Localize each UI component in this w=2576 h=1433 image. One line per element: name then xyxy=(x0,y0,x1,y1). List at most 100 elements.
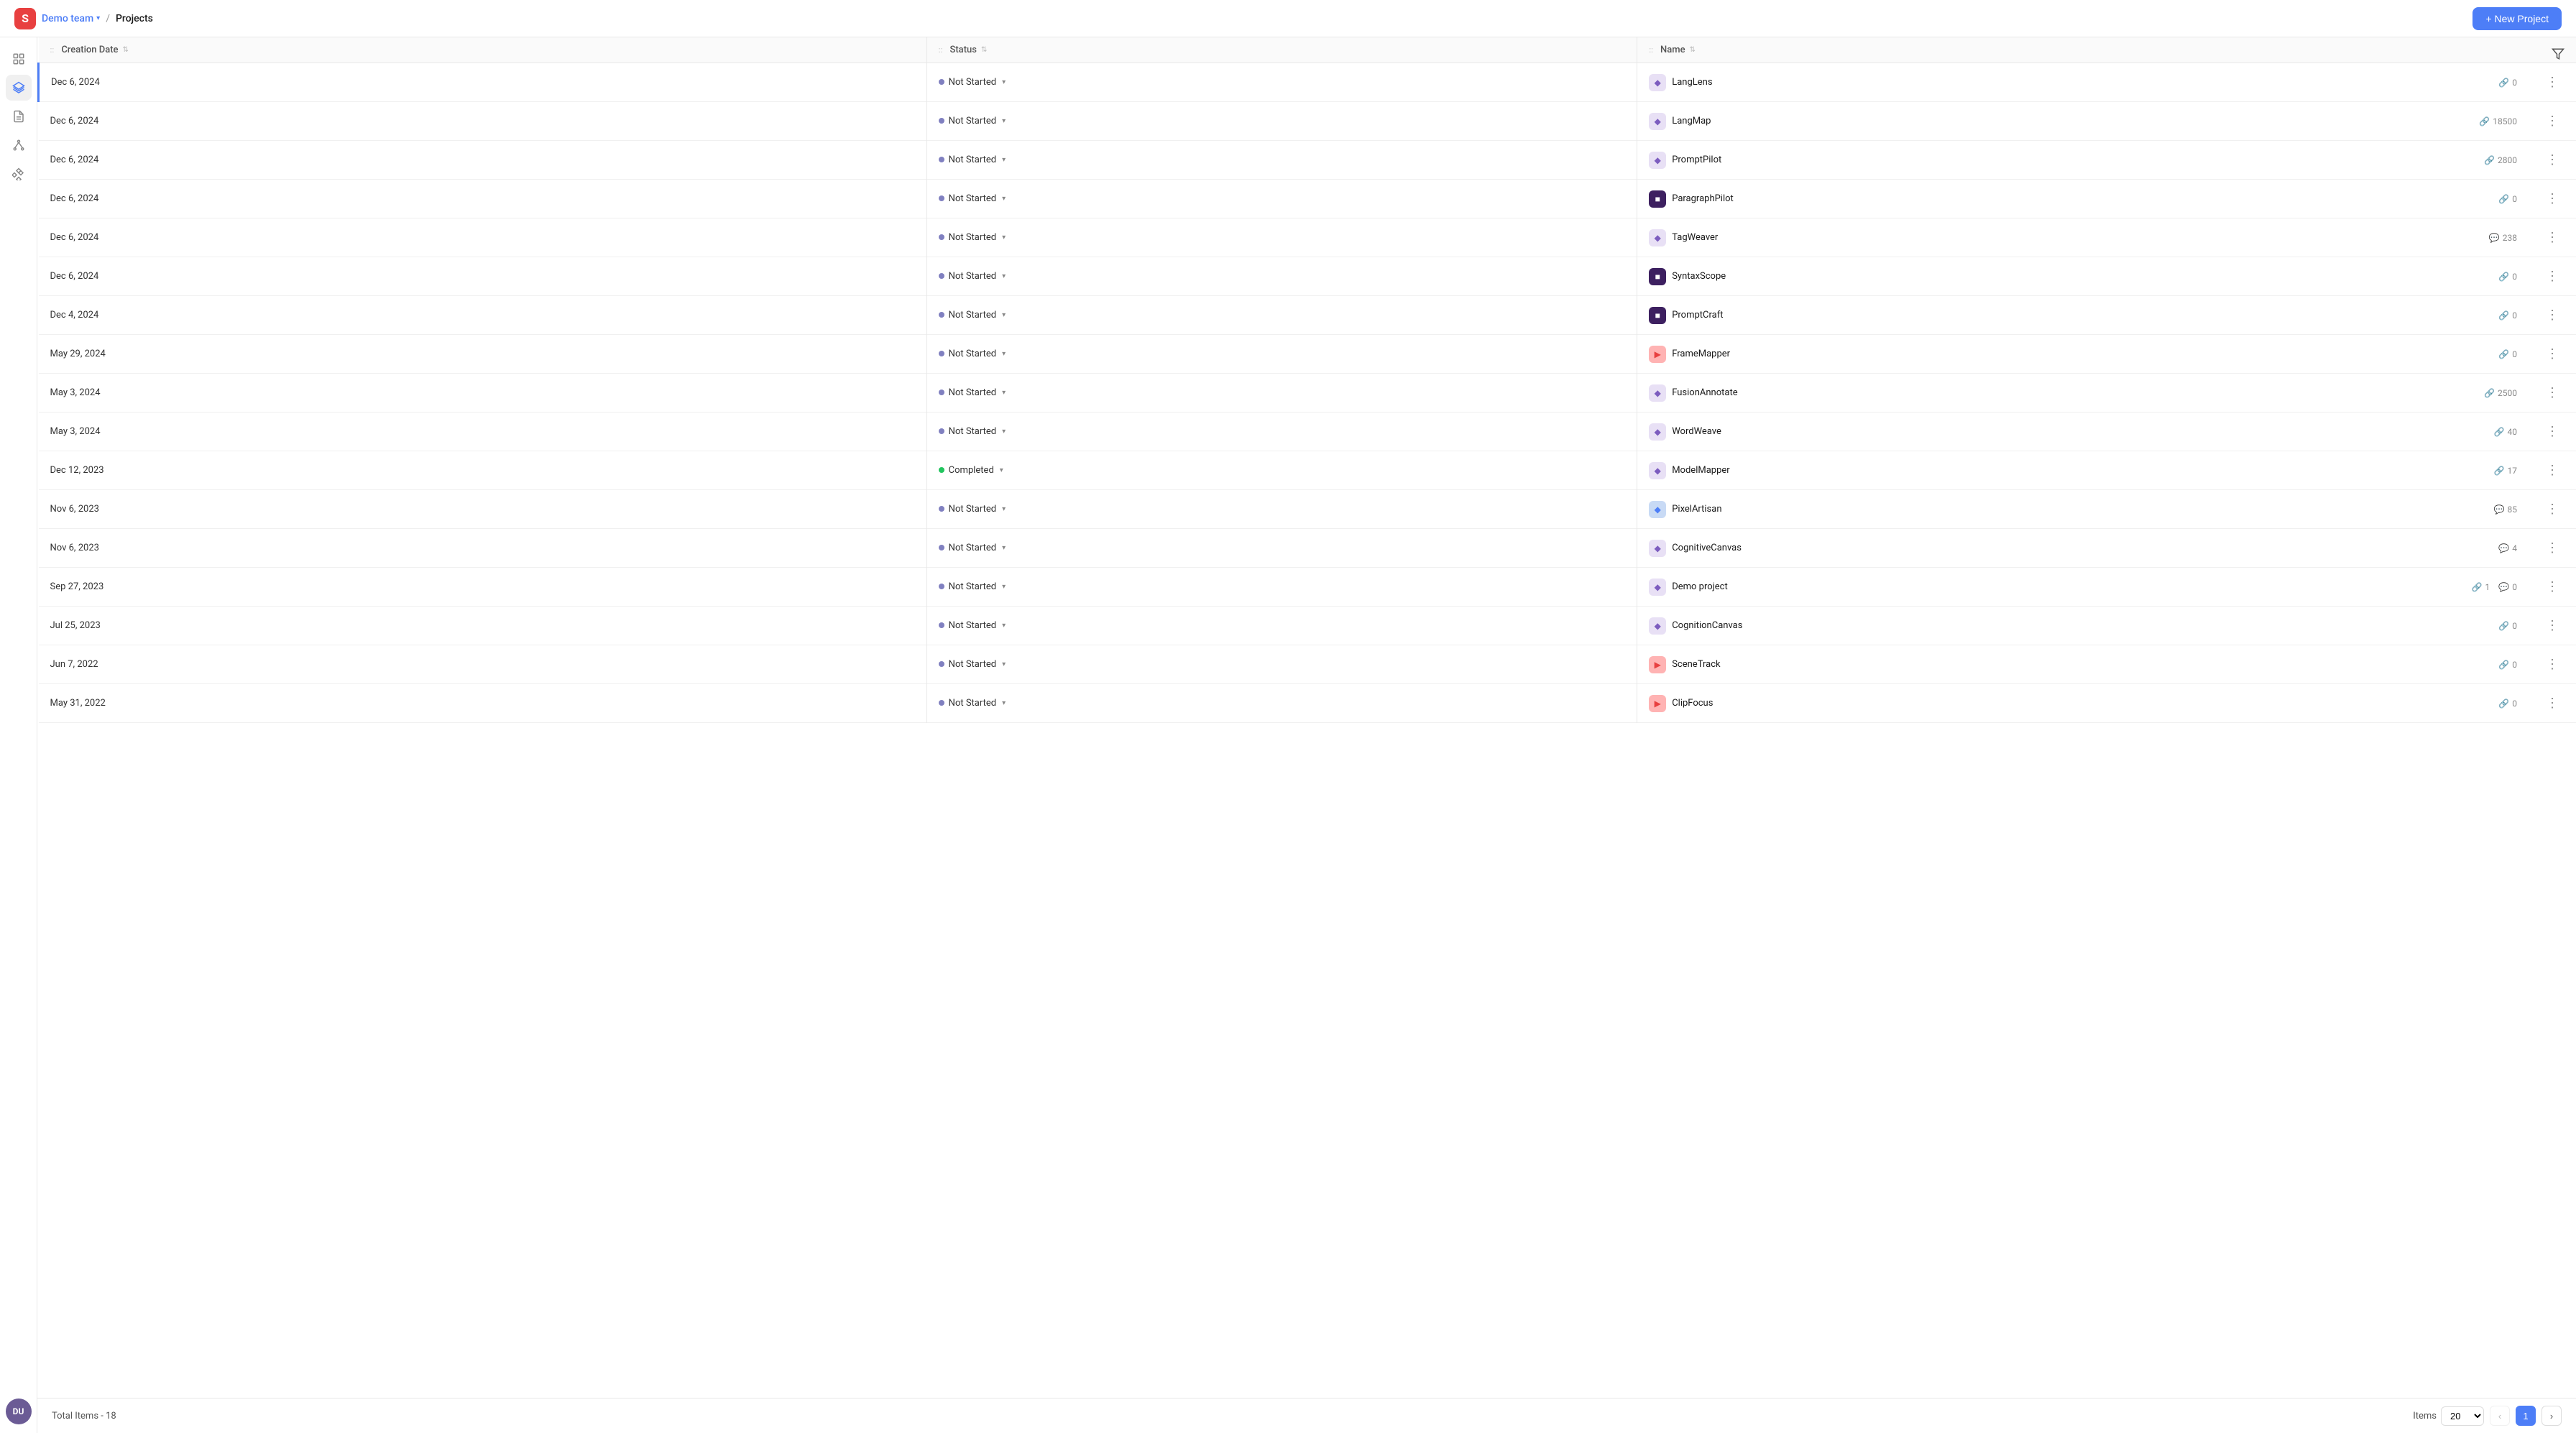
comment-count: 238 xyxy=(2503,233,2517,243)
status-badge[interactable]: Not Started ▾ xyxy=(939,504,1006,515)
table-row[interactable]: Dec 4, 2024 Not Started ▾ ■ PromptCraft … xyxy=(39,296,2576,335)
more-button[interactable]: ⋮ xyxy=(2540,499,2564,520)
page-1-button[interactable]: 1 xyxy=(2516,1406,2536,1426)
more-button[interactable]: ⋮ xyxy=(2540,693,2564,714)
status-badge[interactable]: Not Started ▾ xyxy=(939,349,1006,359)
link-icon: 🔗 xyxy=(2484,388,2495,398)
status-badge[interactable]: Completed ▾ xyxy=(939,465,1003,476)
table-row[interactable]: Dec 6, 2024 Not Started ▾ ■ ParagraphPil… xyxy=(39,180,2576,218)
table-row[interactable]: May 3, 2024 Not Started ▾ ◆ WordWeave 🔗 … xyxy=(39,413,2576,451)
project-name-cell: ■ ParagraphPilot xyxy=(1649,190,2498,208)
team-name[interactable]: Demo team ▾ xyxy=(42,13,100,24)
table-row[interactable]: Jul 25, 2023 Not Started ▾ ◆ CognitionCa… xyxy=(39,607,2576,645)
more-button[interactable]: ⋮ xyxy=(2540,382,2564,403)
table-row[interactable]: Dec 12, 2023 Completed ▾ ◆ ModelMapper 🔗… xyxy=(39,451,2576,490)
cell-date: May 3, 2024 xyxy=(39,374,927,413)
status-badge[interactable]: Not Started ▾ xyxy=(939,543,1006,553)
cell-actions: ⋮ xyxy=(2529,63,2576,102)
more-button[interactable]: ⋮ xyxy=(2540,421,2564,442)
more-button[interactable]: ⋮ xyxy=(2540,266,2564,287)
sidebar-item-docs[interactable] xyxy=(6,103,32,129)
page-title: Projects xyxy=(116,13,153,24)
prev-page-button[interactable]: ‹ xyxy=(2490,1406,2510,1426)
status-badge[interactable]: Not Started ▾ xyxy=(939,698,1006,709)
avatar[interactable]: DU xyxy=(6,1399,32,1424)
cell-status: Not Started ▾ xyxy=(926,257,1637,296)
table-row[interactable]: Dec 6, 2024 Not Started ▾ ◆ LangLens 🔗 0… xyxy=(39,63,2576,102)
status-badge[interactable]: Not Started ▾ xyxy=(939,232,1006,243)
cell-name: ◆ LangLens 🔗 0 xyxy=(1637,63,2529,102)
table-row[interactable]: Dec 6, 2024 Not Started ▾ ◆ PromptPilot … xyxy=(39,141,2576,180)
table-row[interactable]: Dec 6, 2024 Not Started ▾ ◆ LangMap 🔗 18… xyxy=(39,102,2576,141)
cell-date: Dec 6, 2024 xyxy=(39,63,927,102)
more-button[interactable]: ⋮ xyxy=(2540,615,2564,636)
more-button[interactable]: ⋮ xyxy=(2540,72,2564,93)
project-icon: ▶ xyxy=(1649,346,1666,363)
col-header-name[interactable]: :: Name ⇅ xyxy=(1637,37,2529,63)
row-meta: 🔗 0 xyxy=(2498,699,2517,709)
new-project-button[interactable]: + New Project xyxy=(2472,7,2562,30)
status-dot xyxy=(939,157,944,162)
items-per-page-select[interactable]: 2050100 xyxy=(2441,1406,2484,1426)
sort-icon-date: ⇅ xyxy=(123,46,129,54)
more-button[interactable]: ⋮ xyxy=(2540,538,2564,558)
table-row[interactable]: Jun 7, 2022 Not Started ▾ ▶ SceneTrack 🔗… xyxy=(39,645,2576,684)
project-name: ParagraphPilot xyxy=(1672,193,2498,204)
status-badge[interactable]: Not Started ▾ xyxy=(939,620,1006,631)
status-badge[interactable]: Not Started ▾ xyxy=(939,659,1006,670)
filter-button[interactable] xyxy=(2549,45,2567,65)
link-count: 0 xyxy=(2512,660,2517,670)
more-button[interactable]: ⋮ xyxy=(2540,654,2564,675)
more-button[interactable]: ⋮ xyxy=(2540,111,2564,132)
table-row[interactable]: Nov 6, 2023 Not Started ▾ ◆ PixelArtisan… xyxy=(39,490,2576,529)
table-row[interactable]: Nov 6, 2023 Not Started ▾ ◆ CognitiveCan… xyxy=(39,529,2576,568)
table-row[interactable]: Dec 6, 2024 Not Started ▾ ◆ TagWeaver 💬 … xyxy=(39,218,2576,257)
project-icon: ■ xyxy=(1649,190,1666,208)
sidebar-item-network[interactable] xyxy=(6,132,32,158)
table-row[interactable]: Sep 27, 2023 Not Started ▾ ◆ Demo projec… xyxy=(39,568,2576,607)
status-badge[interactable]: Not Started ▾ xyxy=(939,155,1006,165)
status-badge[interactable]: Not Started ▾ xyxy=(939,193,1006,204)
table-row[interactable]: May 3, 2024 Not Started ▾ ◆ FusionAnnota… xyxy=(39,374,2576,413)
more-button[interactable]: ⋮ xyxy=(2540,344,2564,364)
status-dot xyxy=(939,312,944,318)
link-count: 2800 xyxy=(2498,155,2517,165)
project-name-cell: ▶ FrameMapper xyxy=(1649,346,2498,363)
cell-actions: ⋮ xyxy=(2529,568,2576,607)
status-badge[interactable]: Not Started ▾ xyxy=(939,426,1006,437)
status-label: Not Started xyxy=(949,155,996,165)
status-badge[interactable]: Not Started ▾ xyxy=(939,387,1006,398)
sidebar-item-layers[interactable] xyxy=(6,75,32,101)
more-button[interactable]: ⋮ xyxy=(2540,227,2564,248)
cell-actions: ⋮ xyxy=(2529,413,2576,451)
project-icon: ◆ xyxy=(1649,579,1666,596)
chevron-down-icon: ▾ xyxy=(1002,428,1006,436)
project-icon: ■ xyxy=(1649,307,1666,324)
more-button[interactable]: ⋮ xyxy=(2540,188,2564,209)
col-header-status[interactable]: :: Status ⇅ xyxy=(926,37,1637,63)
more-button[interactable]: ⋮ xyxy=(2540,576,2564,597)
link-count: 0 xyxy=(2512,194,2517,204)
project-name-cell: ◆ WordWeave xyxy=(1649,423,2493,441)
col-header-date[interactable]: :: Creation Date ⇅ xyxy=(39,37,927,63)
table-row[interactable]: May 29, 2024 Not Started ▾ ▶ FrameMapper… xyxy=(39,335,2576,374)
status-badge[interactable]: Not Started ▾ xyxy=(939,271,1006,282)
table-row[interactable]: Dec 6, 2024 Not Started ▾ ■ SyntaxScope … xyxy=(39,257,2576,296)
status-badge[interactable]: Not Started ▾ xyxy=(939,77,1006,88)
comment-icon: 💬 xyxy=(2489,233,2500,243)
next-page-button[interactable]: › xyxy=(2542,1406,2562,1426)
table-row[interactable]: May 31, 2022 Not Started ▾ ▶ ClipFocus 🔗… xyxy=(39,684,2576,723)
status-badge[interactable]: Not Started ▾ xyxy=(939,310,1006,321)
sidebar-item-home[interactable] xyxy=(6,46,32,72)
sidebar-item-components[interactable] xyxy=(6,161,32,187)
project-name-cell: ◆ LangMap xyxy=(1649,113,2479,130)
cell-date: Dec 6, 2024 xyxy=(39,180,927,218)
status-badge[interactable]: Not Started ▾ xyxy=(939,581,1006,592)
status-badge[interactable]: Not Started ▾ xyxy=(939,116,1006,126)
chevron-down-icon: ▾ xyxy=(1002,78,1006,86)
status-label: Not Started xyxy=(949,620,996,631)
more-button[interactable]: ⋮ xyxy=(2540,149,2564,170)
more-button[interactable]: ⋮ xyxy=(2540,460,2564,481)
more-button[interactable]: ⋮ xyxy=(2540,305,2564,326)
link-icon: 🔗 xyxy=(2498,310,2509,321)
